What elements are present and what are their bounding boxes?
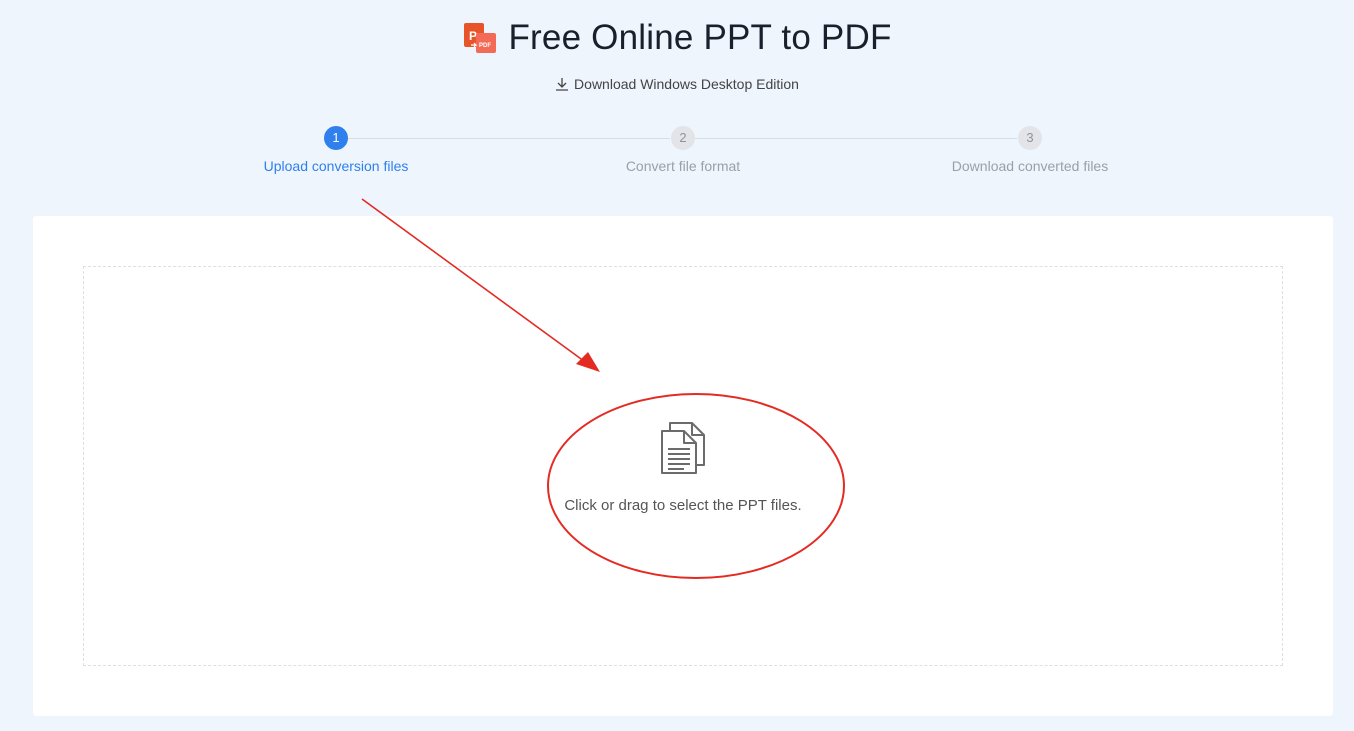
step-2-label: Convert file format	[625, 158, 741, 174]
download-icon	[556, 78, 569, 91]
progress-steps: 1 Upload conversion files 2 Convert file…	[0, 126, 1354, 186]
step-3-circle: 3	[1018, 126, 1042, 150]
step-connector-2	[695, 138, 1017, 139]
logo-badge: PDF	[479, 43, 491, 49]
dropzone-prompt: Click or drag to select the PPT files.	[564, 497, 802, 514]
title-row: P PDF Free Online PPT to PDF	[0, 18, 1354, 58]
step-1-circle: 1	[324, 126, 348, 150]
document-files-icon	[661, 422, 705, 474]
page-title: Free Online PPT to PDF	[508, 18, 892, 57]
step-3-label: Download converted files	[951, 158, 1109, 174]
download-label: Download Windows Desktop Edition	[574, 76, 799, 92]
upload-card: Click or drag to select the PPT files.	[33, 216, 1333, 716]
file-dropzone[interactable]: Click or drag to select the PPT files.	[83, 266, 1283, 666]
step-1-label: Upload conversion files	[263, 158, 409, 174]
download-desktop-link[interactable]: Download Windows Desktop Edition	[0, 76, 1354, 92]
step-2-circle: 2	[671, 126, 695, 150]
ppt-to-pdf-logo-icon: P PDF	[464, 23, 497, 53]
logo-letter: P	[469, 29, 477, 43]
step-connector-1	[348, 138, 670, 139]
